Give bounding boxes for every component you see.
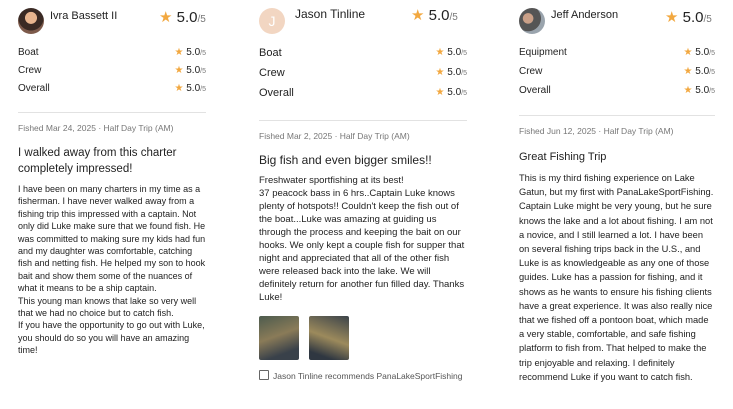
overall-rating: ★ 5.0/5 bbox=[411, 6, 458, 24]
rating-label: Boat bbox=[259, 47, 282, 59]
star-icon: ★ bbox=[435, 47, 445, 58]
review-header: Ivra Bassett II ★ 5.0/5 bbox=[18, 0, 206, 36]
trip-meta: Fished Mar 2, 2025 · Half Day Trip (AM) bbox=[259, 131, 410, 141]
review-title: I walked away from this charter complete… bbox=[18, 147, 177, 175]
review-photo[interactable] bbox=[259, 316, 299, 360]
reviewer-name: Ivra Bassett II bbox=[50, 10, 118, 22]
divider bbox=[18, 112, 206, 113]
trip-meta: Fished Jun 12, 2025 · Half Day Trip (AM) bbox=[519, 126, 674, 136]
star-icon: ★ bbox=[683, 85, 693, 96]
rating-max: /5 bbox=[200, 50, 206, 57]
review-title: Great Fishing Trip bbox=[519, 151, 607, 163]
rating-label: Overall bbox=[18, 83, 50, 94]
rating-score: 5.0 bbox=[447, 47, 462, 58]
avatar: J bbox=[259, 8, 285, 34]
rating-max: /5 bbox=[461, 70, 467, 77]
rating-breakdown: Boat ★ 5.0/5 Crew ★ 5.0/5 Overall ★ 5.0/… bbox=[18, 44, 206, 98]
review-photos bbox=[259, 316, 467, 360]
rating-label: Crew bbox=[259, 67, 285, 79]
rating-score: 5.0 bbox=[695, 66, 710, 77]
rating-row: Overall ★ 5.0/5 bbox=[519, 82, 715, 101]
overall-score: 5.0 bbox=[176, 9, 198, 26]
rating-breakdown: Equipment ★ 5.0/5 Crew ★ 5.0/5 Overall ★… bbox=[519, 44, 715, 101]
overall-max: /5 bbox=[703, 14, 712, 25]
review-card: Jeff Anderson ★ 5.0/5 Equipment ★ 5.0/5 … bbox=[519, 0, 715, 409]
rating-score: 5.0 bbox=[186, 83, 201, 94]
rating-max: /5 bbox=[709, 69, 715, 76]
review-title: Big fish and even bigger smiles!! bbox=[259, 153, 432, 167]
star-icon: ★ bbox=[411, 7, 425, 24]
rating-max: /5 bbox=[709, 88, 715, 95]
rating-score: 5.0 bbox=[186, 65, 201, 76]
rating-score: 5.0 bbox=[186, 47, 201, 58]
overall-rating: ★ 5.0/5 bbox=[159, 8, 206, 26]
overall-score: 5.0 bbox=[682, 9, 704, 26]
rating-label: Overall bbox=[259, 87, 294, 99]
rating-row: Overall ★ 5.0/5 bbox=[259, 84, 467, 104]
avatar bbox=[18, 8, 44, 34]
divider bbox=[519, 115, 715, 116]
trip-meta: Fished Mar 24, 2025 · Half Day Trip (AM) bbox=[18, 123, 174, 133]
rating-label: Crew bbox=[18, 65, 42, 76]
rating-row: Crew ★ 5.0/5 bbox=[18, 62, 206, 80]
star-icon: ★ bbox=[435, 87, 445, 98]
rating-max: /5 bbox=[709, 50, 715, 57]
review-body: This is my third fishing experience on L… bbox=[519, 173, 714, 382]
star-icon: ★ bbox=[174, 65, 184, 76]
star-icon: ★ bbox=[174, 83, 184, 94]
rating-breakdown: Boat ★ 5.0/5 Crew ★ 5.0/5 Overall ★ 5.0/… bbox=[259, 44, 467, 104]
reviewer-name: Jeff Anderson bbox=[551, 9, 619, 21]
rating-score: 5.0 bbox=[695, 47, 710, 58]
overall-score: 5.0 bbox=[428, 7, 450, 24]
review-body: Freshwater sportfishing at its best! 37 … bbox=[259, 175, 465, 303]
overall-max: /5 bbox=[197, 14, 206, 25]
rating-label: Crew bbox=[519, 66, 543, 77]
star-icon: ★ bbox=[683, 47, 693, 58]
rating-row: Crew ★ 5.0/5 bbox=[259, 64, 467, 84]
reviewer-name: Jason Tinline bbox=[295, 7, 366, 21]
rating-row: Boat ★ 5.0/5 bbox=[18, 44, 206, 62]
rating-label: Equipment bbox=[519, 47, 567, 58]
rating-score: 5.0 bbox=[447, 87, 462, 98]
star-icon: ★ bbox=[435, 67, 445, 78]
thumbs-up-icon bbox=[259, 370, 269, 380]
rating-max: /5 bbox=[461, 50, 467, 57]
rating-row: Boat ★ 5.0/5 bbox=[259, 44, 467, 64]
rating-row: Overall ★ 5.0/5 bbox=[18, 80, 206, 98]
star-icon: ★ bbox=[159, 9, 173, 26]
rating-max: /5 bbox=[200, 68, 206, 75]
rating-row: Crew ★ 5.0/5 bbox=[519, 63, 715, 82]
review-card: Ivra Bassett II ★ 5.0/5 Boat ★ 5.0/5 Cre… bbox=[18, 0, 206, 409]
divider bbox=[259, 120, 467, 121]
review-card: J Jason Tinline ★ 5.0/5 Boat ★ 5.0/5 Cre… bbox=[259, 0, 467, 409]
recommendation-text: Jason Tinline recommends PanaLakeSportFi… bbox=[273, 371, 463, 381]
recommendation: Jason Tinline recommends PanaLakeSportFi… bbox=[259, 370, 467, 381]
avatar bbox=[519, 8, 545, 34]
rating-label: Overall bbox=[519, 85, 551, 96]
rating-score: 5.0 bbox=[695, 85, 710, 96]
rating-row: Equipment ★ 5.0/5 bbox=[519, 44, 715, 63]
rating-max: /5 bbox=[200, 86, 206, 93]
review-header: J Jason Tinline ★ 5.0/5 bbox=[259, 0, 467, 36]
review-header: Jeff Anderson ★ 5.0/5 bbox=[519, 0, 715, 36]
overall-max: /5 bbox=[449, 12, 458, 23]
review-photo[interactable] bbox=[309, 316, 349, 360]
review-body: I have been on many charters in my time … bbox=[18, 184, 206, 356]
rating-label: Boat bbox=[18, 47, 39, 58]
rating-score: 5.0 bbox=[447, 67, 462, 78]
rating-max: /5 bbox=[461, 90, 467, 97]
star-icon: ★ bbox=[665, 9, 679, 26]
star-icon: ★ bbox=[683, 66, 693, 77]
overall-rating: ★ 5.0/5 bbox=[665, 8, 712, 26]
star-icon: ★ bbox=[174, 47, 184, 58]
